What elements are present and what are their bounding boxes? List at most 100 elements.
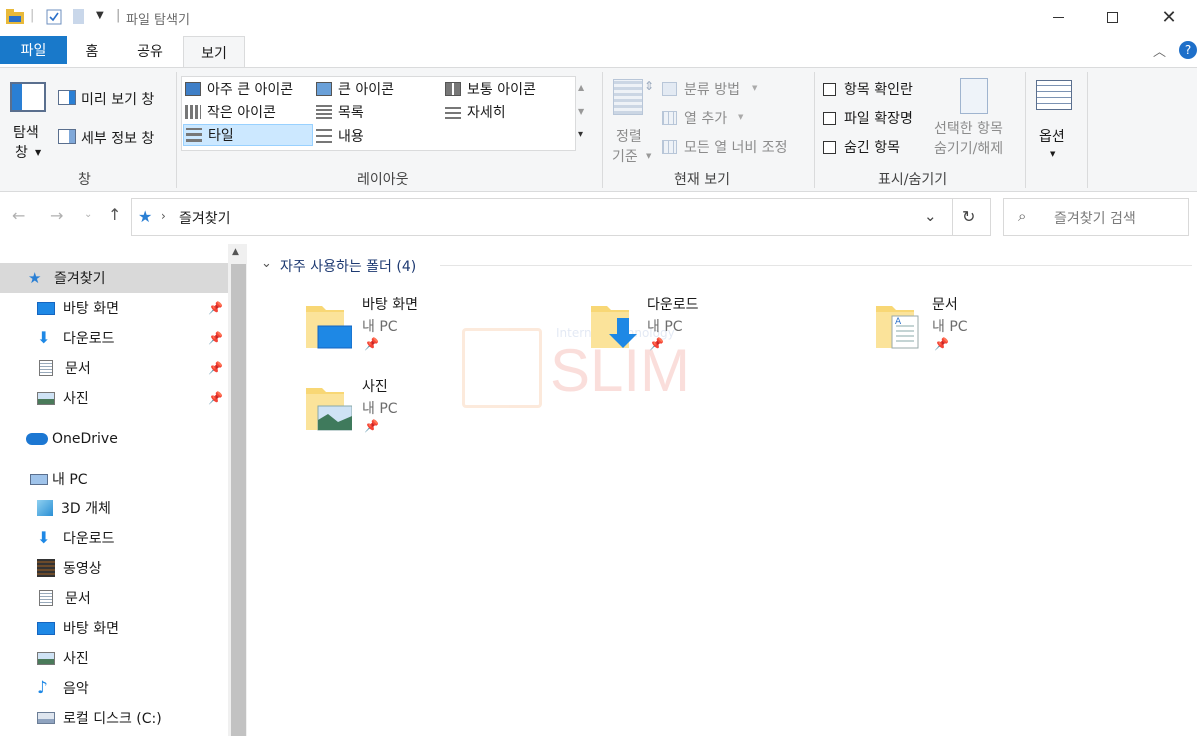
section-title[interactable]: 자주 사용하는 폴더 (4) — [280, 256, 416, 276]
item-checkboxes-checkbox[interactable] — [823, 83, 836, 96]
large-icons-icon — [316, 82, 332, 96]
layout-details[interactable]: 자세히 — [445, 101, 569, 123]
group-by-button[interactable]: 분류 방법 ▼ — [660, 78, 770, 100]
nav-onedrive[interactable]: OneDrive — [0, 424, 228, 454]
recent-locations-chevron-icon[interactable]: ⌄ — [84, 209, 92, 220]
forward-arrow-icon[interactable]: → — [50, 206, 63, 225]
layout-label: 자세히 — [467, 105, 506, 121]
nav-pc-pictures[interactable]: 사진 — [0, 643, 228, 673]
nav-pc-downloads[interactable]: ⬇ 다운로드 — [0, 523, 228, 553]
documents-icon — [39, 590, 53, 606]
panes-group-label: 창 — [78, 172, 91, 188]
item-checkboxes-toggle[interactable]: 항목 확인란 — [822, 78, 932, 100]
add-columns-button[interactable]: 열 추가 ▼ — [660, 107, 770, 129]
maximize-button[interactable] — [1089, 0, 1135, 35]
hidden-items-checkbox[interactable] — [823, 141, 836, 154]
pin-icon: 📌 — [934, 337, 949, 351]
nav-pc-music[interactable]: ♪ 음악 — [0, 673, 228, 703]
breadcrumb-quick-access[interactable]: 즐겨찾기 — [179, 208, 231, 228]
scroll-up-icon[interactable]: ▲ — [232, 247, 239, 257]
gallery-scroll-up-icon[interactable]: ▲ — [578, 83, 584, 92]
pin-icon[interactable]: 📌 — [208, 391, 223, 405]
hide-selected-items-button[interactable]: 선택한 항목 숨기기/해제 — [932, 76, 1020, 158]
tab-home[interactable]: 홈 — [70, 36, 114, 66]
layout-list[interactable]: 목록 — [316, 101, 440, 123]
layout-tiles[interactable]: 타일 — [183, 124, 313, 146]
gallery-scroll-down-icon[interactable]: ▼ — [578, 107, 584, 116]
layout-extra-large-icons[interactable]: 아주 큰 아이콘 — [185, 78, 313, 100]
nav-pc-videos[interactable]: 동영상 — [0, 553, 228, 583]
folder-tile[interactable]: 바탕 화면 내 PC 📌 — [300, 292, 560, 356]
nav-pc-documents[interactable]: 문서 — [0, 583, 228, 613]
pictures-icon — [37, 651, 55, 665]
file-extensions-checkbox[interactable] — [823, 112, 836, 125]
folder-tile[interactable]: A 문서 내 PC 📌 — [870, 292, 1130, 356]
layout-medium-icons[interactable]: 보통 아이콘 — [445, 78, 569, 100]
layout-group-label: 레이아웃 — [357, 172, 409, 188]
nav-pinned-documents[interactable]: 문서 📌 — [0, 353, 228, 383]
close-button[interactable]: ✕ — [1146, 0, 1192, 35]
add-columns-label: 열 추가 — [684, 111, 728, 127]
back-arrow-icon[interactable]: ← — [12, 206, 25, 225]
tab-view[interactable]: 보기 — [183, 36, 245, 68]
gallery-more-icon[interactable]: ▾ — [578, 129, 583, 140]
customize-quick-access-dropdown-icon[interactable]: ▼ — [96, 10, 104, 21]
address-bar[interactable]: ★ › 즐겨찾기 ⌄ ↻ — [131, 198, 991, 236]
folder-tile[interactable]: 사진 내 PC 📌 — [300, 374, 560, 438]
pin-icon[interactable]: 📌 — [208, 331, 223, 345]
new-folder-quick-icon[interactable] — [72, 9, 86, 25]
pictures-icon — [37, 391, 55, 405]
tab-file[interactable]: 파일 — [0, 36, 67, 64]
chevron-down-icon: ▼ — [1050, 150, 1056, 158]
nav-label: 사진 — [63, 391, 89, 407]
size-all-columns-button[interactable]: 모든 열 너비 조정 — [660, 136, 805, 158]
ribbon-separator — [176, 72, 177, 188]
properties-quick-icon[interactable] — [46, 9, 62, 25]
details-pane-button[interactable]: 세부 정보 창 — [56, 125, 168, 149]
layout-label: 보통 아이콘 — [467, 82, 536, 98]
collapse-ribbon-icon[interactable]: ︿ — [1153, 41, 1166, 60]
folder-tile[interactable]: 다운로드 내 PC 📌 — [585, 292, 845, 356]
current-view-group-label: 현재 보기 — [674, 172, 730, 188]
help-icon[interactable]: ? — [1179, 41, 1197, 59]
options-button[interactable]: 옵션 ▼ — [1032, 76, 1078, 158]
layout-label: 아주 큰 아이콘 — [207, 82, 294, 98]
refresh-icon[interactable]: ↻ — [962, 207, 975, 226]
folder-name: 문서 — [932, 297, 958, 313]
3d-objects-icon — [37, 500, 53, 516]
nav-pc-3d-objects[interactable]: 3D 개체 — [0, 493, 228, 523]
pin-icon[interactable]: 📌 — [208, 361, 223, 375]
title-bar: | ▼ | 파일 탐색기 ✕ — [0, 0, 1197, 35]
navigation-pane-button[interactable]: 탐색 창 ▼ — [6, 76, 52, 161]
nav-pc-desktop[interactable]: 바탕 화면 — [0, 613, 228, 643]
search-box[interactable]: ⌕ 즐겨찾기 검색 — [1003, 198, 1189, 236]
show-hide-group-label: 표시/숨기기 — [878, 172, 948, 188]
sort-by-button[interactable]: ⇕ 정렬 기준 ▼ — [608, 76, 654, 165]
pictures-folder-icon — [304, 380, 353, 431]
layout-small-icons[interactable]: 작은 아이콘 — [185, 101, 313, 123]
nav-this-pc[interactable]: 내 PC — [0, 464, 228, 494]
music-note-icon: ♪ — [37, 678, 48, 698]
preview-pane-button[interactable]: 미리 보기 창 — [56, 86, 168, 110]
nav-quick-access[interactable]: ★ 즐겨찾기 — [0, 263, 228, 293]
layout-large-icons[interactable]: 큰 아이콘 — [316, 78, 440, 100]
file-extensions-toggle[interactable]: 파일 확장명 — [822, 107, 932, 129]
hidden-items-label: 숨긴 항목 — [844, 140, 900, 156]
nav-pinned-pictures[interactable]: 사진 📌 — [0, 383, 228, 413]
details-icon — [445, 105, 461, 119]
address-dropdown-chevron-icon[interactable]: ⌄ — [924, 207, 937, 225]
pin-icon: 📌 — [649, 337, 664, 351]
nav-pinned-desktop[interactable]: 바탕 화면 📌 — [0, 293, 228, 323]
nav-pinned-downloads[interactable]: ⬇ 다운로드 📌 — [0, 323, 228, 353]
pin-icon[interactable]: 📌 — [208, 301, 223, 315]
folder-location: 내 PC — [362, 319, 398, 335]
tab-share[interactable]: 공유 — [125, 36, 175, 66]
layout-content[interactable]: 내용 — [316, 125, 440, 147]
nav-pc-local-disk[interactable]: 로컬 디스크 (C:) — [0, 703, 228, 733]
address-divider — [952, 199, 953, 235]
minimize-button[interactable] — [1035, 0, 1081, 35]
up-arrow-icon[interactable]: ↑ — [108, 205, 121, 224]
section-collapse-chevron-icon[interactable]: ⌄ — [261, 256, 272, 271]
nav-scrollbar-thumb[interactable] — [231, 264, 246, 736]
hidden-items-toggle[interactable]: 숨긴 항목 — [822, 136, 932, 158]
